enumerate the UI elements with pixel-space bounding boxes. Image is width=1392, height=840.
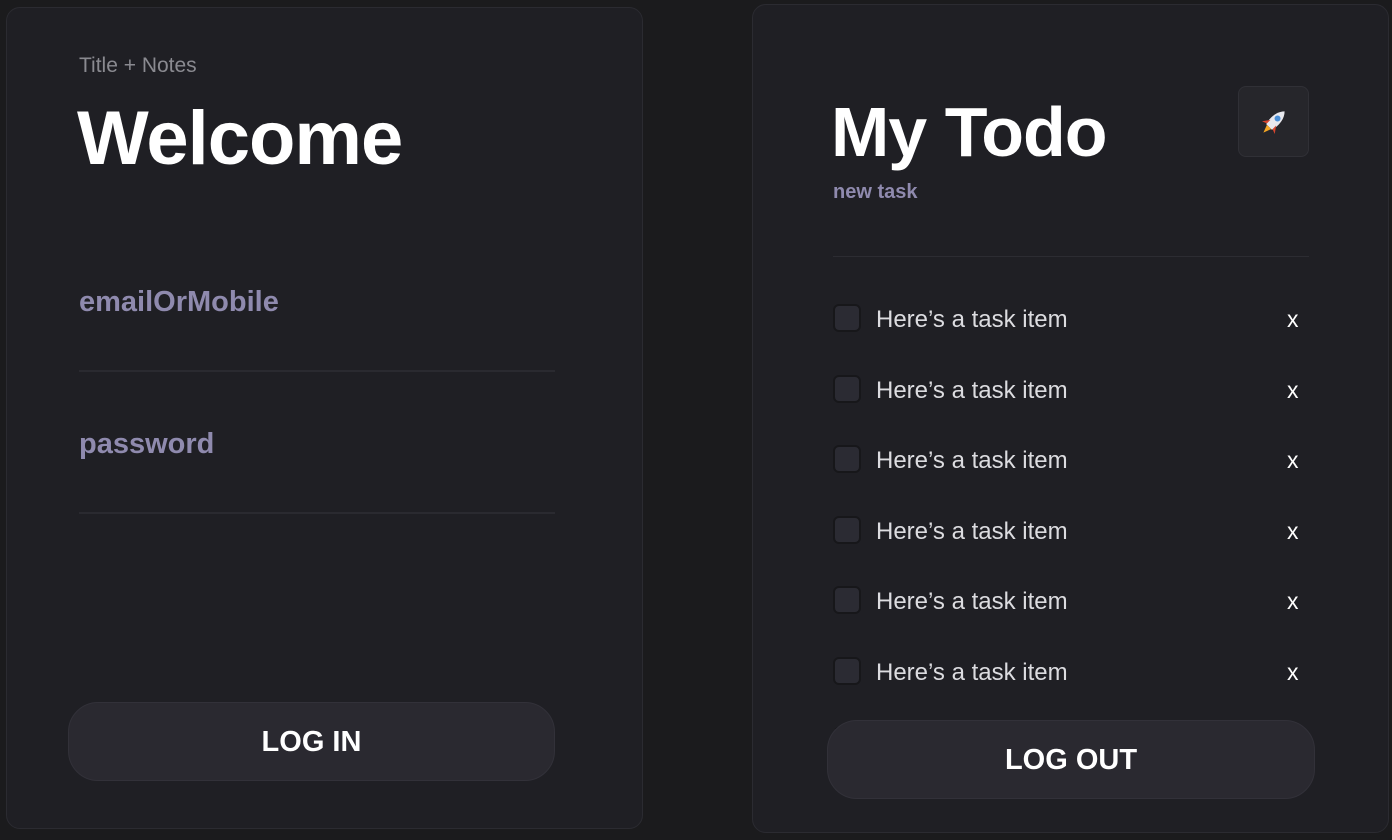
rocket-button[interactable] bbox=[1238, 86, 1309, 157]
new-task-field-wrapper bbox=[833, 181, 1309, 257]
task-delete-button[interactable]: x bbox=[1287, 377, 1299, 404]
task-row: Here’s a task item x bbox=[831, 284, 1311, 355]
task-row: Here’s a task item x bbox=[831, 425, 1311, 496]
task-checkbox[interactable] bbox=[833, 586, 861, 614]
password-field-wrapper bbox=[79, 428, 555, 514]
task-text: Here’s a task item bbox=[876, 588, 1068, 615]
task-delete-button[interactable]: x bbox=[1287, 447, 1299, 474]
password-input[interactable] bbox=[79, 428, 555, 461]
task-delete-button[interactable]: x bbox=[1287, 659, 1299, 686]
login-button[interactable]: LOG IN bbox=[68, 702, 555, 781]
todo-card: My Todo Here’s a task item x Here’s a ta… bbox=[752, 4, 1389, 833]
new-task-input[interactable] bbox=[833, 181, 1309, 204]
task-text: Here’s a task item bbox=[876, 306, 1068, 333]
task-delete-button[interactable]: x bbox=[1287, 588, 1299, 615]
task-text: Here’s a task item bbox=[876, 377, 1068, 404]
task-checkbox[interactable] bbox=[833, 445, 861, 473]
task-text: Here’s a task item bbox=[876, 518, 1068, 545]
task-delete-button[interactable]: x bbox=[1287, 306, 1299, 333]
login-title: Welcome bbox=[77, 96, 403, 181]
rocket-icon bbox=[1261, 111, 1285, 135]
task-row: Here’s a task item x bbox=[831, 355, 1311, 426]
task-text: Here’s a task item bbox=[876, 659, 1068, 686]
task-checkbox[interactable] bbox=[833, 375, 861, 403]
login-card: Title + Notes Welcome LOG IN bbox=[6, 7, 643, 829]
task-checkbox[interactable] bbox=[833, 304, 861, 332]
task-row: Here’s a task item x bbox=[831, 637, 1311, 708]
todo-title: My Todo bbox=[831, 93, 1108, 171]
task-row: Here’s a task item x bbox=[831, 496, 1311, 567]
email-field-wrapper bbox=[79, 278, 555, 372]
task-checkbox[interactable] bbox=[833, 516, 861, 544]
task-checkbox[interactable] bbox=[833, 657, 861, 685]
task-list: Here’s a task item x Here’s a task item … bbox=[831, 279, 1311, 729]
task-row: Here’s a task item x bbox=[831, 566, 1311, 637]
task-text: Here’s a task item bbox=[876, 447, 1068, 474]
login-subtitle: Title + Notes bbox=[79, 54, 197, 77]
logout-button[interactable]: LOG OUT bbox=[827, 720, 1315, 799]
email-or-mobile-input[interactable] bbox=[79, 286, 555, 319]
task-delete-button[interactable]: x bbox=[1287, 518, 1299, 545]
